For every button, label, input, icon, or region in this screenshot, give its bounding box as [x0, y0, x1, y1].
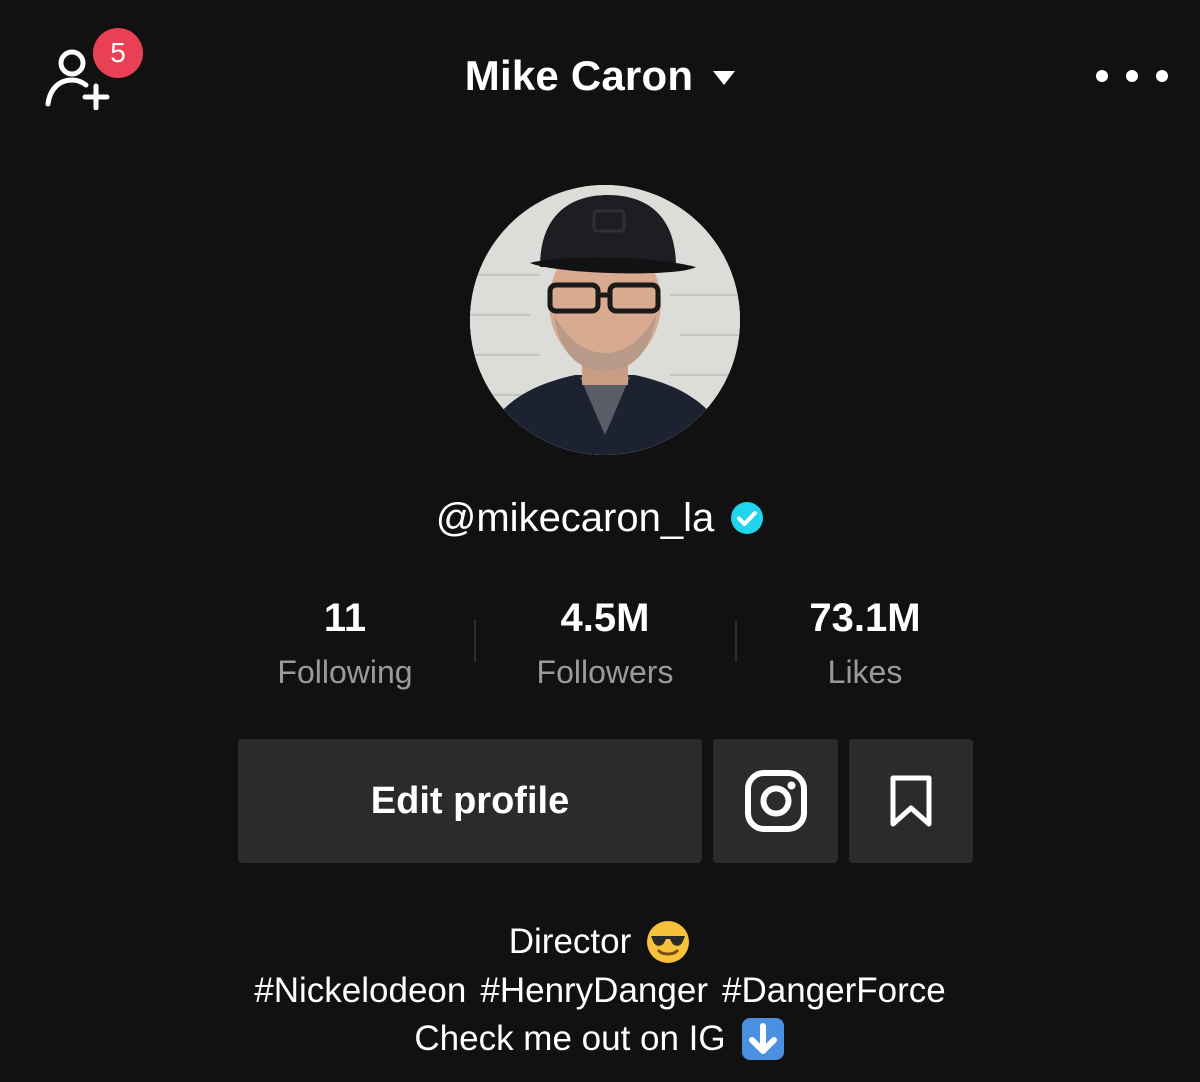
username-row: @mikecaron_la — [0, 490, 1200, 546]
stat-likes[interactable]: 73.1M Likes — [745, 590, 985, 696]
stat-value: 4.5M — [560, 596, 650, 640]
instagram-button[interactable] — [713, 739, 838, 863]
bio-line: Director — [0, 918, 1200, 967]
hashtag-link[interactable]: #DangerForce — [722, 967, 946, 1016]
stat-followers[interactable]: 4.5M Followers — [485, 590, 725, 696]
hashtag-link[interactable]: #HenryDanger — [480, 967, 708, 1016]
avatar[interactable] — [470, 185, 740, 455]
stat-label: Following — [277, 654, 413, 690]
verified-badge-icon — [731, 502, 764, 534]
stat-following[interactable]: 11 Following — [225, 590, 465, 696]
favorites-button[interactable] — [849, 739, 973, 863]
hashtag-link[interactable]: #Nickelodeon — [254, 967, 466, 1016]
bio-hashtags: #Nickelodeon #HenryDanger #DangerForce — [0, 967, 1200, 1016]
chevron-down-icon — [713, 71, 736, 85]
more-dot-icon — [1126, 70, 1138, 82]
username: @mikecaron_la — [435, 495, 715, 540]
profile-photo — [470, 185, 740, 455]
more-options-button[interactable] — [1096, 62, 1168, 90]
stat-divider — [735, 620, 737, 662]
instagram-icon — [744, 770, 807, 832]
down-arrow-emoji-icon — [741, 1018, 784, 1061]
stat-divider — [474, 620, 476, 662]
bio-text: Check me out on IG — [414, 1019, 726, 1058]
more-dot-icon — [1096, 70, 1108, 82]
stat-value: 11 — [323, 596, 367, 640]
account-name: Mike Caron — [464, 52, 694, 99]
stat-value: 73.1M — [809, 596, 921, 640]
stat-label: Followers — [536, 654, 674, 690]
edit-profile-button[interactable]: Edit profile — [238, 739, 702, 863]
bio-line: Check me out on IG — [0, 1015, 1200, 1064]
bookmark-icon — [890, 775, 932, 827]
bio: Director #Nickelodeon #HenryDanger #Dang… — [0, 918, 1200, 1064]
sunglasses-emoji-icon — [647, 921, 690, 964]
stat-label: Likes — [827, 654, 903, 690]
bio-text: Director — [508, 922, 632, 961]
more-dot-icon — [1156, 70, 1168, 82]
account-switcher[interactable]: Mike Caron — [0, 46, 1200, 106]
